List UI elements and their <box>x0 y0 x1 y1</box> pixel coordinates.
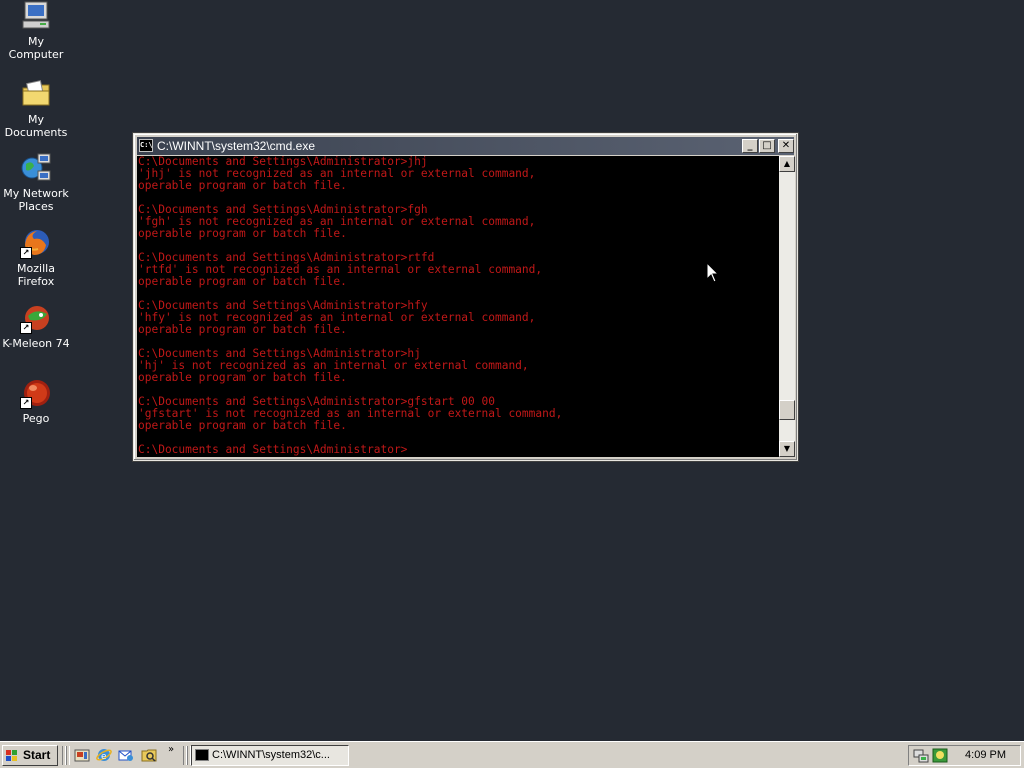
desktop-icon-label: Pego <box>22 412 50 425</box>
taskbar-separator <box>66 746 70 765</box>
shortcut-arrow-icon: ↗ <box>20 247 32 259</box>
scroll-up-button[interactable]: ▲ <box>779 156 795 172</box>
console-line: operable program or batch file. <box>138 275 347 288</box>
taskbar: Start e » C:\WINNT\system32\c... 4:09 PM <box>0 741 1024 768</box>
desktop-icon-label-line2: Places <box>18 200 54 213</box>
desktop-icon-label: My Computer <box>8 35 64 61</box>
shortcut-arrow-icon: ↗ <box>20 322 32 334</box>
scroll-down-button[interactable]: ▼ <box>779 441 795 457</box>
my-computer-icon <box>20 0 52 32</box>
console-line: operable program or batch file. <box>138 419 347 432</box>
minimize-button[interactable]: _ <box>742 139 758 153</box>
desktop-icon-label: Mozilla Firefox <box>17 262 55 288</box>
window-titlebar[interactable]: C:\ C:\WINNT\system32\cmd.exe _ □ ✕ <box>137 137 794 155</box>
firefox-icon: ↗ <box>20 227 52 259</box>
windows-logo-icon <box>6 750 17 761</box>
desktop-icon-firefox[interactable]: ↗ Mozilla Firefox <box>0 227 72 288</box>
show-desktop-icon[interactable] <box>74 747 90 763</box>
window-title: C:\WINNT\system32\cmd.exe <box>157 139 316 153</box>
network-connection-icon[interactable] <box>913 748 929 763</box>
desktop-icon-label: K-Meleon 74 <box>2 337 70 350</box>
network-places-icon <box>20 152 52 184</box>
system-tray: 4:09 PM <box>908 745 1021 766</box>
tray-app-icon[interactable] <box>932 748 948 763</box>
desktop-icon-k-meleon[interactable]: ↗ K-Meleon 74 <box>0 302 72 350</box>
desktop-icon-label-line1: My Network <box>3 187 69 200</box>
taskbar-button-cmd[interactable]: C:\WINNT\system32\c... <box>191 745 349 766</box>
desktop-icon-network-places[interactable]: My Network Places <box>0 152 72 213</box>
console-text: C:\Documents and Settings\Administrator>… <box>137 156 779 456</box>
my-documents-icon <box>20 78 52 110</box>
taskbar-button-label: C:\WINNT\system32\c... <box>212 749 330 761</box>
outlook-express-icon[interactable] <box>118 747 134 763</box>
console-line: C:\Documents and Settings\Administrator> <box>138 443 408 456</box>
maximize-button[interactable]: □ <box>759 139 775 153</box>
cmd-window[interactable]: C:\ C:\WINNT\system32\cmd.exe _ □ ✕ C:\D… <box>132 132 799 462</box>
clock[interactable]: 4:09 PM <box>965 746 1006 765</box>
console-line: operable program or batch file. <box>138 371 347 384</box>
svg-text:e: e <box>101 752 107 762</box>
desktop-icon-my-documents[interactable]: My Documents <box>0 78 72 139</box>
console-line: operable program or batch file. <box>138 179 347 192</box>
shortcut-arrow-icon: ↗ <box>20 397 32 409</box>
close-button[interactable]: ✕ <box>778 139 794 153</box>
console-line: operable program or batch file. <box>138 323 347 336</box>
desktop-icon-my-computer[interactable]: My Computer <box>0 0 72 61</box>
k-meleon-icon: ↗ <box>20 302 52 334</box>
start-label: Start <box>23 748 51 762</box>
cmd-system-icon[interactable]: C:\ <box>139 139 153 152</box>
scrollbar-thumb[interactable] <box>779 400 795 420</box>
desktop-icon-pego[interactable]: ↗ Pego <box>0 377 72 425</box>
start-button[interactable]: Start <box>2 745 58 766</box>
cmd-icon <box>195 749 209 761</box>
pego-icon: ↗ <box>20 377 52 409</box>
console-line: operable program or batch file. <box>138 227 347 240</box>
explorer-icon[interactable] <box>141 747 157 763</box>
mouse-pointer-icon <box>706 262 720 283</box>
quicklaunch-more-chevron-icon[interactable]: » <box>168 744 174 755</box>
vertical-scrollbar[interactable]: ▲ ▼ <box>779 156 795 457</box>
desktop-icon-label: My Documents <box>4 113 68 139</box>
console-output[interactable]: C:\Documents and Settings\Administrator>… <box>137 156 779 457</box>
internet-explorer-icon[interactable]: e <box>96 747 112 763</box>
